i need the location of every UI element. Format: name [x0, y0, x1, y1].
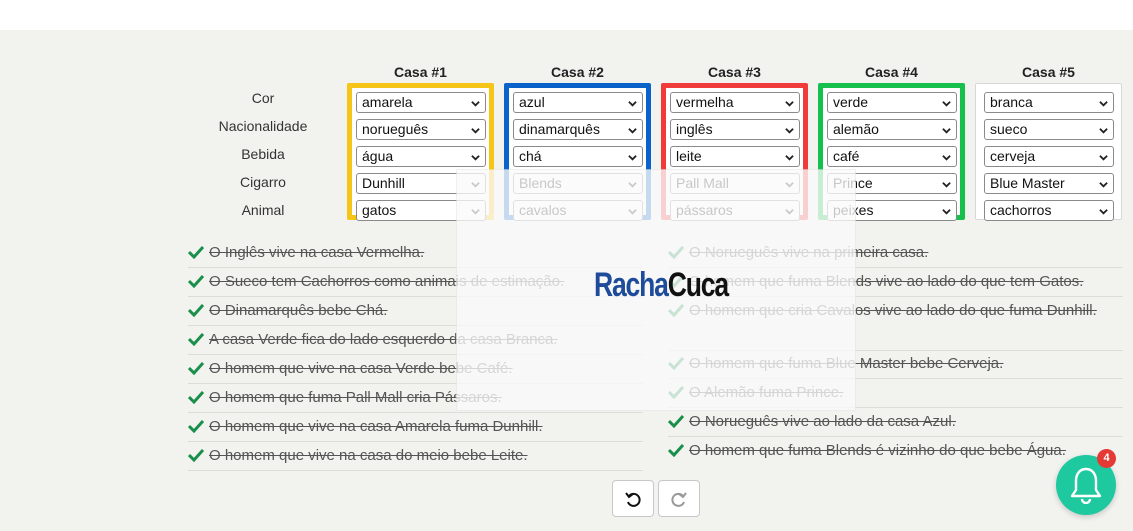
check-icon [188, 448, 204, 462]
select-value: cerveja [990, 148, 1036, 164]
select-value: verde [833, 94, 869, 110]
clue-text: O Dinamarquês bebe Chá. [209, 302, 388, 319]
select-value: leite [676, 148, 702, 164]
select-value: branca [990, 94, 1033, 110]
chevron-down-icon [942, 155, 951, 161]
check-icon [188, 419, 204, 433]
clue-item[interactable]: O homem que vive na casa do meio bebe Le… [188, 442, 643, 471]
chevron-down-icon [628, 128, 637, 134]
house-3-nacionalidade-select[interactable]: inglês [670, 119, 800, 140]
select-value: Dunhill [362, 175, 405, 191]
select-value: vermelha [676, 94, 734, 110]
row-label-cor: Cor [251, 90, 275, 106]
chevron-down-icon [785, 101, 794, 107]
check-icon [188, 245, 204, 259]
select-value: azul [519, 94, 545, 110]
notification-count-badge: 4 [1097, 449, 1116, 468]
redo-button[interactable] [658, 480, 700, 517]
chevron-down-icon [785, 128, 794, 134]
house-3-cor-select[interactable]: vermelha [670, 92, 800, 113]
row-label-cigarro: Cigarro [240, 174, 286, 190]
house-1-cor-select[interactable]: amarela [356, 92, 486, 113]
undo-icon [625, 491, 641, 507]
chevron-down-icon [942, 101, 951, 107]
house-2-bebida-select[interactable]: chá [513, 146, 643, 167]
clue-item[interactable]: O homem que vive na casa Amarela fuma Du… [188, 413, 643, 442]
clue-text: O homem que vive na casa do meio bebe Le… [209, 447, 528, 464]
clue-item[interactable]: O Norueguês vive ao lado da casa Azul. [668, 408, 1123, 437]
house-5-cor-select[interactable]: branca [984, 92, 1114, 113]
chevron-down-icon [942, 128, 951, 134]
house-5-animal-select[interactable]: cachorros [984, 200, 1114, 221]
select-value: água [362, 148, 394, 164]
row-label-animal: Animal [241, 202, 285, 218]
select-value: chá [519, 148, 542, 164]
clue-item[interactable]: O homem que fuma Blends é vizinho do que… [668, 437, 1123, 466]
select-value: gatos [362, 202, 397, 218]
top-bar [0, 0, 1133, 30]
chevron-down-icon [1099, 182, 1108, 188]
select-value: dinamarquês [519, 121, 600, 137]
house-2-cor-select[interactable]: azul [513, 92, 643, 113]
select-value: amarela [362, 94, 413, 110]
chevron-down-icon [471, 128, 480, 134]
row-label-bebida: Bebida [241, 146, 285, 162]
check-icon [668, 443, 684, 457]
bell-icon [1070, 467, 1102, 504]
clue-text: O homem que fuma Blends é vizinho do que… [689, 442, 1066, 459]
chevron-down-icon [471, 155, 480, 161]
house-3-bebida-select[interactable]: leite [670, 146, 800, 167]
house-2-nacionalidade-select[interactable]: dinamarquês [513, 119, 643, 140]
select-value: inglês [676, 121, 713, 137]
chevron-down-icon [1099, 209, 1108, 215]
house-title-4: Casa #4 [865, 64, 918, 80]
select-value: Blue Master [990, 175, 1065, 191]
house-5-bebida-select[interactable]: cerveja [984, 146, 1114, 167]
house-1-bebida-select[interactable]: água [356, 146, 486, 167]
select-value: alemão [833, 121, 879, 137]
chevron-down-icon [628, 155, 637, 161]
house-4-nacionalidade-select[interactable]: alemão [827, 119, 957, 140]
check-icon [188, 303, 204, 317]
chevron-down-icon [785, 155, 794, 161]
clue-text: O Norueguês vive ao lado da casa Azul. [689, 413, 956, 430]
row-label-nacionalidade: Nacionalidade [218, 118, 308, 134]
select-value: cachorros [990, 202, 1052, 218]
check-icon [668, 414, 684, 428]
house-5-nacionalidade-select[interactable]: sueco [984, 119, 1114, 140]
house-title-5: Casa #5 [1022, 64, 1075, 80]
house-1-nacionalidade-select[interactable]: norueguês [356, 119, 486, 140]
chevron-down-icon [1099, 155, 1108, 161]
clue-text: O Inglês vive na casa Vermelha. [209, 244, 425, 261]
house-column-5: branca sueco cerveja Blue Master cachorros [975, 83, 1122, 221]
select-value: sueco [990, 121, 1028, 137]
check-icon [188, 274, 204, 288]
house-title-1: Casa #1 [394, 64, 447, 80]
chevron-down-icon [942, 209, 951, 215]
chevron-down-icon [471, 101, 480, 107]
check-icon [188, 390, 204, 404]
house-5-cigarro-select[interactable]: Blue Master [984, 173, 1114, 194]
chevron-down-icon [1099, 101, 1108, 107]
redo-icon [671, 491, 687, 507]
house-4-cor-select[interactable]: verde [827, 92, 957, 113]
chevron-down-icon [942, 182, 951, 188]
house-4-bebida-select[interactable]: café [827, 146, 957, 167]
select-value: café [833, 148, 860, 164]
chevron-down-icon [1099, 128, 1108, 134]
select-value: norueguês [362, 121, 429, 137]
clue-text: O homem que vive na casa Amarela fuma Du… [209, 418, 543, 435]
check-icon [188, 361, 204, 375]
check-icon [188, 332, 204, 346]
rachacuca-logo: RachaCuca [594, 266, 729, 304]
house-title-3: Casa #3 [708, 64, 761, 80]
undo-button[interactable] [612, 480, 654, 517]
house-title-2: Casa #2 [551, 64, 604, 80]
chevron-down-icon [628, 101, 637, 107]
